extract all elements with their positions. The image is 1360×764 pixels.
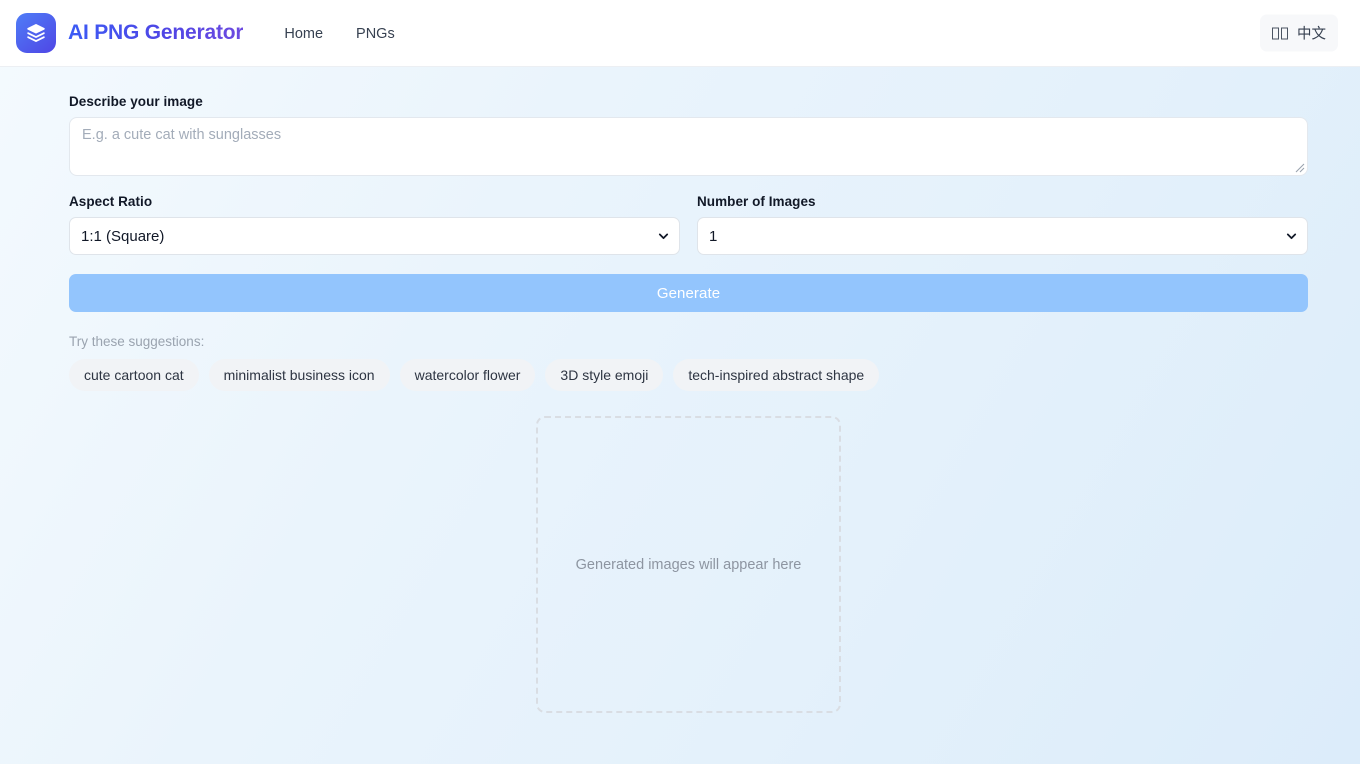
number-of-images-select-wrapper: 1 [697,217,1308,255]
main-content: Describe your image Aspect Ratio 1:1 (Sq… [0,67,1360,713]
language-switch-label: 中文 [1297,23,1326,44]
suggestion-chip[interactable]: watercolor flower [400,359,536,391]
results-area: Generated images will appear here [69,416,1308,713]
brand[interactable]: AI PNG Generator [16,13,243,53]
flag-icon [1272,25,1290,41]
aspect-ratio-select[interactable]: 1:1 (Square) [69,217,680,255]
generator-form: Describe your image Aspect Ratio 1:1 (Sq… [69,94,1308,391]
page-title: AI PNG Generator [68,21,243,45]
nav-link-pngs[interactable]: PNGs [356,26,395,42]
layers-stack-icon [16,13,56,53]
aspect-ratio-select-wrapper: 1:1 (Square) [69,217,680,255]
suggestion-chips: cute cartoon cat minimalist business ico… [69,359,1308,391]
suggestion-chip[interactable]: cute cartoon cat [69,359,199,391]
suggestion-chip[interactable]: minimalist business icon [209,359,390,391]
number-of-images-field: Number of Images 1 [697,194,1308,255]
aspect-ratio-label: Aspect Ratio [69,194,680,209]
aspect-ratio-field: Aspect Ratio 1:1 (Square) [69,194,680,255]
suggestions-label: Try these suggestions: [69,334,1308,349]
prompt-label: Describe your image [69,94,1308,109]
prompt-input-wrapper [69,117,1308,176]
options-row: Aspect Ratio 1:1 (Square) Number of Imag… [69,194,1308,255]
nav-link-home[interactable]: Home [284,26,323,42]
results-placeholder-text: Generated images will appear here [576,557,802,573]
generate-button[interactable]: Generate [69,274,1308,312]
app-header: AI PNG Generator Home PNGs 中文 [0,0,1360,67]
number-of-images-label: Number of Images [697,194,1308,209]
number-of-images-select[interactable]: 1 [697,217,1308,255]
main-nav: Home PNGs [284,24,394,42]
results-placeholder-box: Generated images will appear here [536,416,841,713]
language-switch-button[interactable]: 中文 [1260,15,1338,52]
prompt-input[interactable] [69,117,1308,176]
suggestion-chip[interactable]: 3D style emoji [545,359,663,391]
suggestion-chip[interactable]: tech-inspired abstract shape [673,359,879,391]
